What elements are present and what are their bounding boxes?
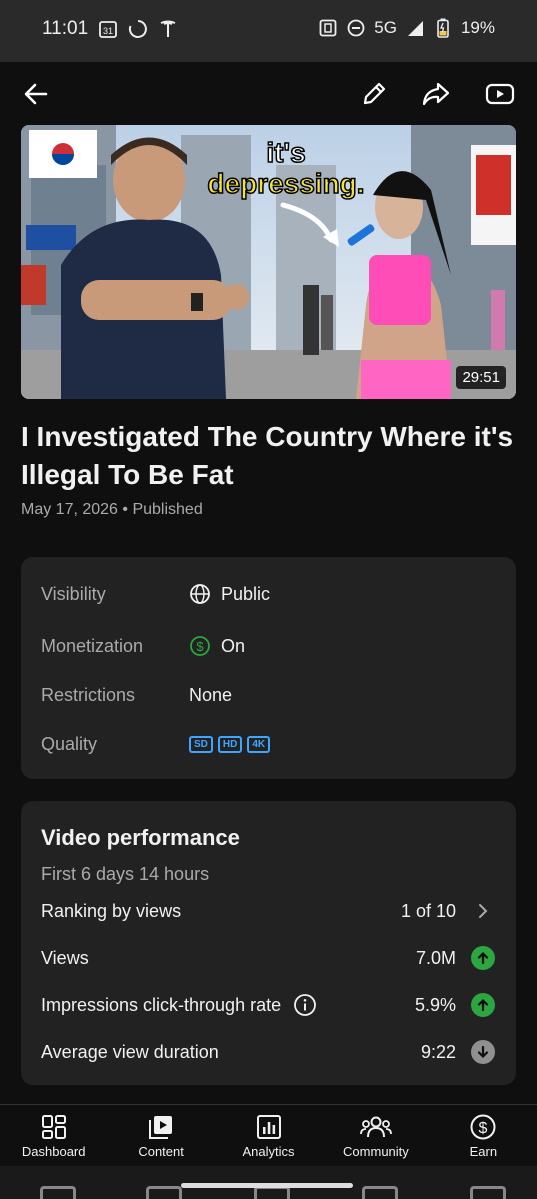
calendar-icon: 31 [98,19,118,39]
network-label: 5G [374,18,397,37]
monetization-row[interactable]: Monetization $ On [41,631,496,661]
battery-icon [433,18,453,38]
home-gesture-bar[interactable] [181,1183,353,1188]
battery-percent: 19% [460,18,495,37]
info-icon[interactable] [293,993,317,1017]
ctr-label: Impressions click-through rate [41,993,317,1017]
ghost-icon [40,1186,76,1199]
visibility-row[interactable]: Visibility Public [41,579,496,609]
globe-icon [190,584,210,604]
restrictions-row[interactable]: Restrictions None [41,680,496,710]
quality-badge-4k: 4K [247,735,271,753]
youtube-play-icon [485,83,515,105]
quality-badges: SD HD 4K [189,735,275,753]
clock: 11:01 [42,18,89,39]
nav-content-label: Content [138,1144,184,1159]
quality-badge-sd: SD [189,735,213,753]
video-details-card: Visibility Public Monetization $ On Rest… [21,557,516,779]
quality-badge-hd: HD [217,735,243,753]
ctr-value: 5.9% [414,994,456,1015]
trend-up-icon [470,945,496,971]
trend-up-icon [470,992,496,1018]
status-bar: 11:01 31 5G 19% [0,0,537,62]
separator-dot: • [122,501,133,518]
tesla-icon [158,19,178,39]
ranking-value: 1 of 10 [400,900,456,921]
svg-text:31: 31 [103,26,113,36]
ctr-row: Impressions click-through rate 5.9% [41,990,496,1020]
content-icon [149,1116,173,1139]
ghost-icon [470,1186,506,1199]
quality-label: Quality [41,733,98,754]
video-performance-card: Video performance First 6 days 14 hours … [21,801,516,1085]
quality-row[interactable]: Quality SD HD 4K [41,729,496,759]
svg-text:$: $ [479,1120,488,1137]
thumbnail-image: it's depressing. [21,125,516,399]
app-bar [0,62,537,128]
publish-date: May 17, 2026 [21,501,118,518]
views-label: Views [41,947,89,968]
edit-button[interactable] [356,76,392,112]
loading-icon [128,19,148,39]
nav-earn[interactable]: $ Earn [430,1105,537,1167]
earn-dollar-icon: $ [470,1114,496,1140]
nav-dashboard-label: Dashboard [21,1144,86,1159]
nav-analytics[interactable]: Analytics [215,1105,322,1167]
share-button[interactable] [418,76,454,112]
monetization-text: On [221,635,246,656]
performance-subtitle: First 6 days 14 hours [41,864,210,884]
svg-text:depressing.: depressing. [207,168,364,199]
svg-text:it's: it's [266,137,305,168]
restrictions-label: Restrictions [41,684,136,705]
views-row: Views 7.0M [41,943,496,973]
trend-down-icon [470,1039,496,1065]
restrictions-value: None [189,684,233,705]
monetization-label: Monetization [41,635,144,656]
back-button[interactable] [18,76,54,112]
svg-text:$: $ [196,639,204,654]
visibility-text: Public [221,583,271,604]
video-title: I Investigated The Country Where it's Il… [21,421,514,490]
publish-status: Published [132,501,203,518]
chevron-right-icon [470,898,496,924]
duration-badge: 29:51 [456,366,506,389]
dashboard-icon [41,1115,66,1139]
watch-on-youtube-button[interactable] [482,76,518,112]
avd-value: 9:22 [420,1041,456,1062]
nav-content[interactable]: Content [107,1105,214,1167]
ranking-label: Ranking by views [41,900,182,921]
avd-row: Average view duration 9:22 [41,1037,496,1067]
bottom-navigation: Dashboard Content Analytics Community $ … [0,1104,537,1167]
ranking-row[interactable]: Ranking by views 1 of 10 [41,896,496,926]
nav-community[interactable]: Community [322,1105,429,1167]
visibility-value: Public [189,583,270,605]
nav-earn-label: Earn [469,1144,498,1159]
community-icon [360,1116,392,1138]
analytics-icon [256,1115,281,1139]
avd-label: Average view duration [41,1041,219,1062]
signal-icon [405,18,425,38]
back-arrow-icon [24,83,48,105]
share-icon [422,82,450,106]
dollar-circle-icon: $ [190,636,210,656]
publish-info: May 17, 2026 • Published [21,501,203,519]
pencil-icon [363,82,386,105]
views-value: 7.0M [415,947,456,968]
ghost-icon [362,1186,398,1199]
monetization-value: $ On [189,635,245,657]
dnd-icon [346,18,366,38]
nav-analytics-label: Analytics [242,1144,295,1159]
nav-community-label: Community [343,1144,409,1159]
performance-title: Video performance [41,825,240,850]
ghost-icon [146,1186,182,1199]
visibility-label: Visibility [41,583,106,604]
nfc-icon [318,18,338,38]
nav-dashboard[interactable]: Dashboard [0,1105,107,1167]
ctr-label-text: Impressions click-through rate [41,994,282,1015]
gesture-area [0,1166,537,1199]
video-thumbnail[interactable]: it's depressing. 29:51 [21,125,516,399]
